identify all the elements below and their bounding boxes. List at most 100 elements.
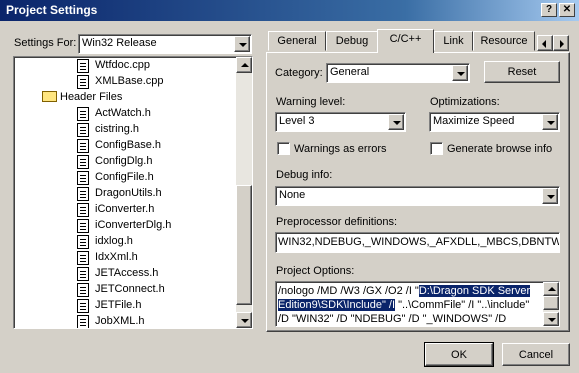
scroll-down-button[interactable] — [236, 312, 252, 328]
dropdown-button[interactable] — [452, 65, 468, 81]
tree-item[interactable]: ConfigFile.h — [14, 170, 236, 186]
project-options-text: /nologo /MD /W3 /GX /O2 /I "D:\Dragon SD… — [278, 284, 531, 326]
tree-item-label: IdxXml.h — [95, 251, 138, 263]
warning-level-combo[interactable]: Level 3 — [275, 112, 406, 132]
project-options-textarea[interactable]: /nologo /MD /W3 /GX /O2 /I "D:\Dragon SD… — [275, 281, 560, 327]
file-icon — [77, 155, 89, 169]
scroll-down-button[interactable] — [543, 312, 559, 326]
debug-info-label: Debug info: — [276, 169, 333, 181]
arrow-up-icon — [241, 63, 249, 67]
tree-item[interactable]: idxlog.h — [14, 234, 236, 250]
tree-item[interactable]: JETConnect.h — [14, 282, 236, 298]
browse-info-checkbox[interactable] — [430, 142, 443, 155]
tree-item[interactable]: JobXML.h — [14, 314, 236, 328]
scroll-thumb[interactable] — [236, 185, 252, 305]
file-icon — [77, 59, 89, 73]
scroll-up-button[interactable] — [236, 57, 252, 73]
file-icon — [77, 203, 89, 217]
ok-button[interactable]: OK — [424, 342, 494, 367]
tree-item[interactable]: XMLBase.cpp — [14, 74, 236, 90]
file-icon — [77, 187, 89, 201]
settings-for-value: Win32 Release — [82, 37, 157, 49]
arrow-up-icon — [548, 287, 556, 291]
settings-for-combo[interactable]: Win32 Release — [78, 34, 252, 54]
cancel-button[interactable]: Cancel — [502, 343, 570, 366]
optimizations-combo[interactable]: Maximize Speed — [429, 112, 560, 132]
arrow-left-icon — [542, 40, 546, 48]
category-label: Category: — [275, 67, 323, 79]
warnings-as-errors-checkbox[interactable] — [277, 142, 290, 155]
file-icon — [77, 283, 89, 297]
tab-scroll-right[interactable] — [553, 35, 569, 51]
tree-item-label: Wtfdoc.cpp — [95, 59, 151, 71]
options-line1: /nologo /MD /W3 /GX /O2 /I " — [278, 285, 419, 297]
preprocessor-label: Preprocessor definitions: — [276, 216, 398, 228]
tree-item[interactable]: iConverter.h — [14, 202, 236, 218]
scroll-thumb[interactable] — [543, 296, 559, 310]
preprocessor-input[interactable]: WIN32,NDEBUG,_WINDOWS,_AFXDLL,_MBCS,DBNT… — [275, 232, 560, 253]
tab-cpp[interactable]: C/C++ — [377, 29, 434, 53]
category-combo[interactable]: General — [326, 63, 470, 83]
help-button[interactable]: ? — [541, 3, 557, 17]
title-bar: Project Settings ? ✕ — [0, 0, 579, 21]
tree-item-label: idxlog.h — [95, 235, 133, 247]
tree-item[interactable]: JETAccess.h — [14, 266, 236, 282]
tree-item[interactable]: Header Files — [14, 90, 236, 106]
tree-item-label: ConfigFile.h — [95, 171, 154, 183]
arrow-down-icon — [548, 318, 556, 322]
tree-item[interactable]: ActWatch.h — [14, 106, 236, 122]
file-tree[interactable]: Wtfdoc.cpp XMLBase.cpp Header Files ActWatc… — [13, 56, 253, 329]
dropdown-button[interactable] — [542, 114, 558, 130]
dropdown-button[interactable] — [388, 114, 404, 130]
tab-resource[interactable]: Resource — [473, 31, 535, 51]
tree-item-label: ConfigBase.h — [95, 139, 162, 151]
tree-item-label: JETConnect.h — [95, 283, 165, 295]
browse-info-label: Generate browse info — [447, 143, 553, 155]
tree-item[interactable]: ConfigBase.h — [14, 138, 236, 154]
tab-scroll-left[interactable] — [537, 35, 553, 51]
tree-item[interactable]: ConfigDlg.h — [14, 154, 236, 170]
tree-item[interactable]: cistring.h — [14, 122, 236, 138]
window-title: Project Settings — [6, 3, 98, 17]
tree-item[interactable]: Wtfdoc.cpp — [14, 58, 236, 74]
tree-scrollbar[interactable] — [236, 57, 252, 328]
options-selection-1: D:\Dragon SDK Server — [418, 285, 531, 297]
options-selection-2: Edition9\SDK\Include" /I — [278, 299, 396, 311]
warning-level-label: Warning level: — [276, 96, 346, 108]
tree-item-label: iConverter.h — [95, 203, 155, 215]
dropdown-button[interactable] — [234, 36, 250, 52]
project-options-label: Project Options: — [276, 265, 355, 277]
file-icon — [77, 299, 89, 313]
scroll-up-button[interactable] — [543, 282, 559, 296]
dropdown-button[interactable] — [542, 188, 558, 204]
tree-item[interactable]: JETFile.h — [14, 298, 236, 314]
arrow-right-icon — [560, 40, 564, 48]
tree-item[interactable]: IdxXml.h — [14, 250, 236, 266]
file-icon — [77, 123, 89, 137]
tab-link[interactable]: Link — [434, 31, 473, 51]
reset-button[interactable]: Reset — [484, 61, 560, 83]
file-icon — [77, 107, 89, 121]
file-icon — [77, 235, 89, 249]
tab-general[interactable]: General — [268, 31, 326, 51]
tab-debug[interactable]: Debug — [326, 31, 378, 51]
tree-item-label: JETFile.h — [95, 299, 142, 311]
file-icon — [77, 171, 89, 185]
tree-item[interactable]: DragonUtils.h — [14, 186, 236, 202]
close-icon: ✕ — [562, 4, 572, 15]
tree-item-label: ActWatch.h — [95, 107, 151, 119]
debug-info-value: None — [279, 189, 306, 201]
settings-for-label: Settings For: — [14, 37, 77, 49]
tree-item[interactable]: iConverterDlg.h — [14, 218, 236, 234]
tree-item-label: XMLBase.cpp — [95, 75, 164, 87]
optimizations-value: Maximize Speed — [433, 115, 515, 127]
category-value: General — [330, 66, 370, 78]
tree-item-label: cistring.h — [95, 123, 140, 135]
file-icon — [77, 267, 89, 281]
folder-icon — [42, 91, 57, 102]
close-button[interactable]: ✕ — [559, 3, 575, 17]
warning-level-value: Level 3 — [279, 115, 315, 127]
debug-info-combo[interactable]: None — [275, 186, 560, 206]
file-icon — [77, 251, 89, 265]
options-scrollbar[interactable] — [543, 282, 559, 326]
